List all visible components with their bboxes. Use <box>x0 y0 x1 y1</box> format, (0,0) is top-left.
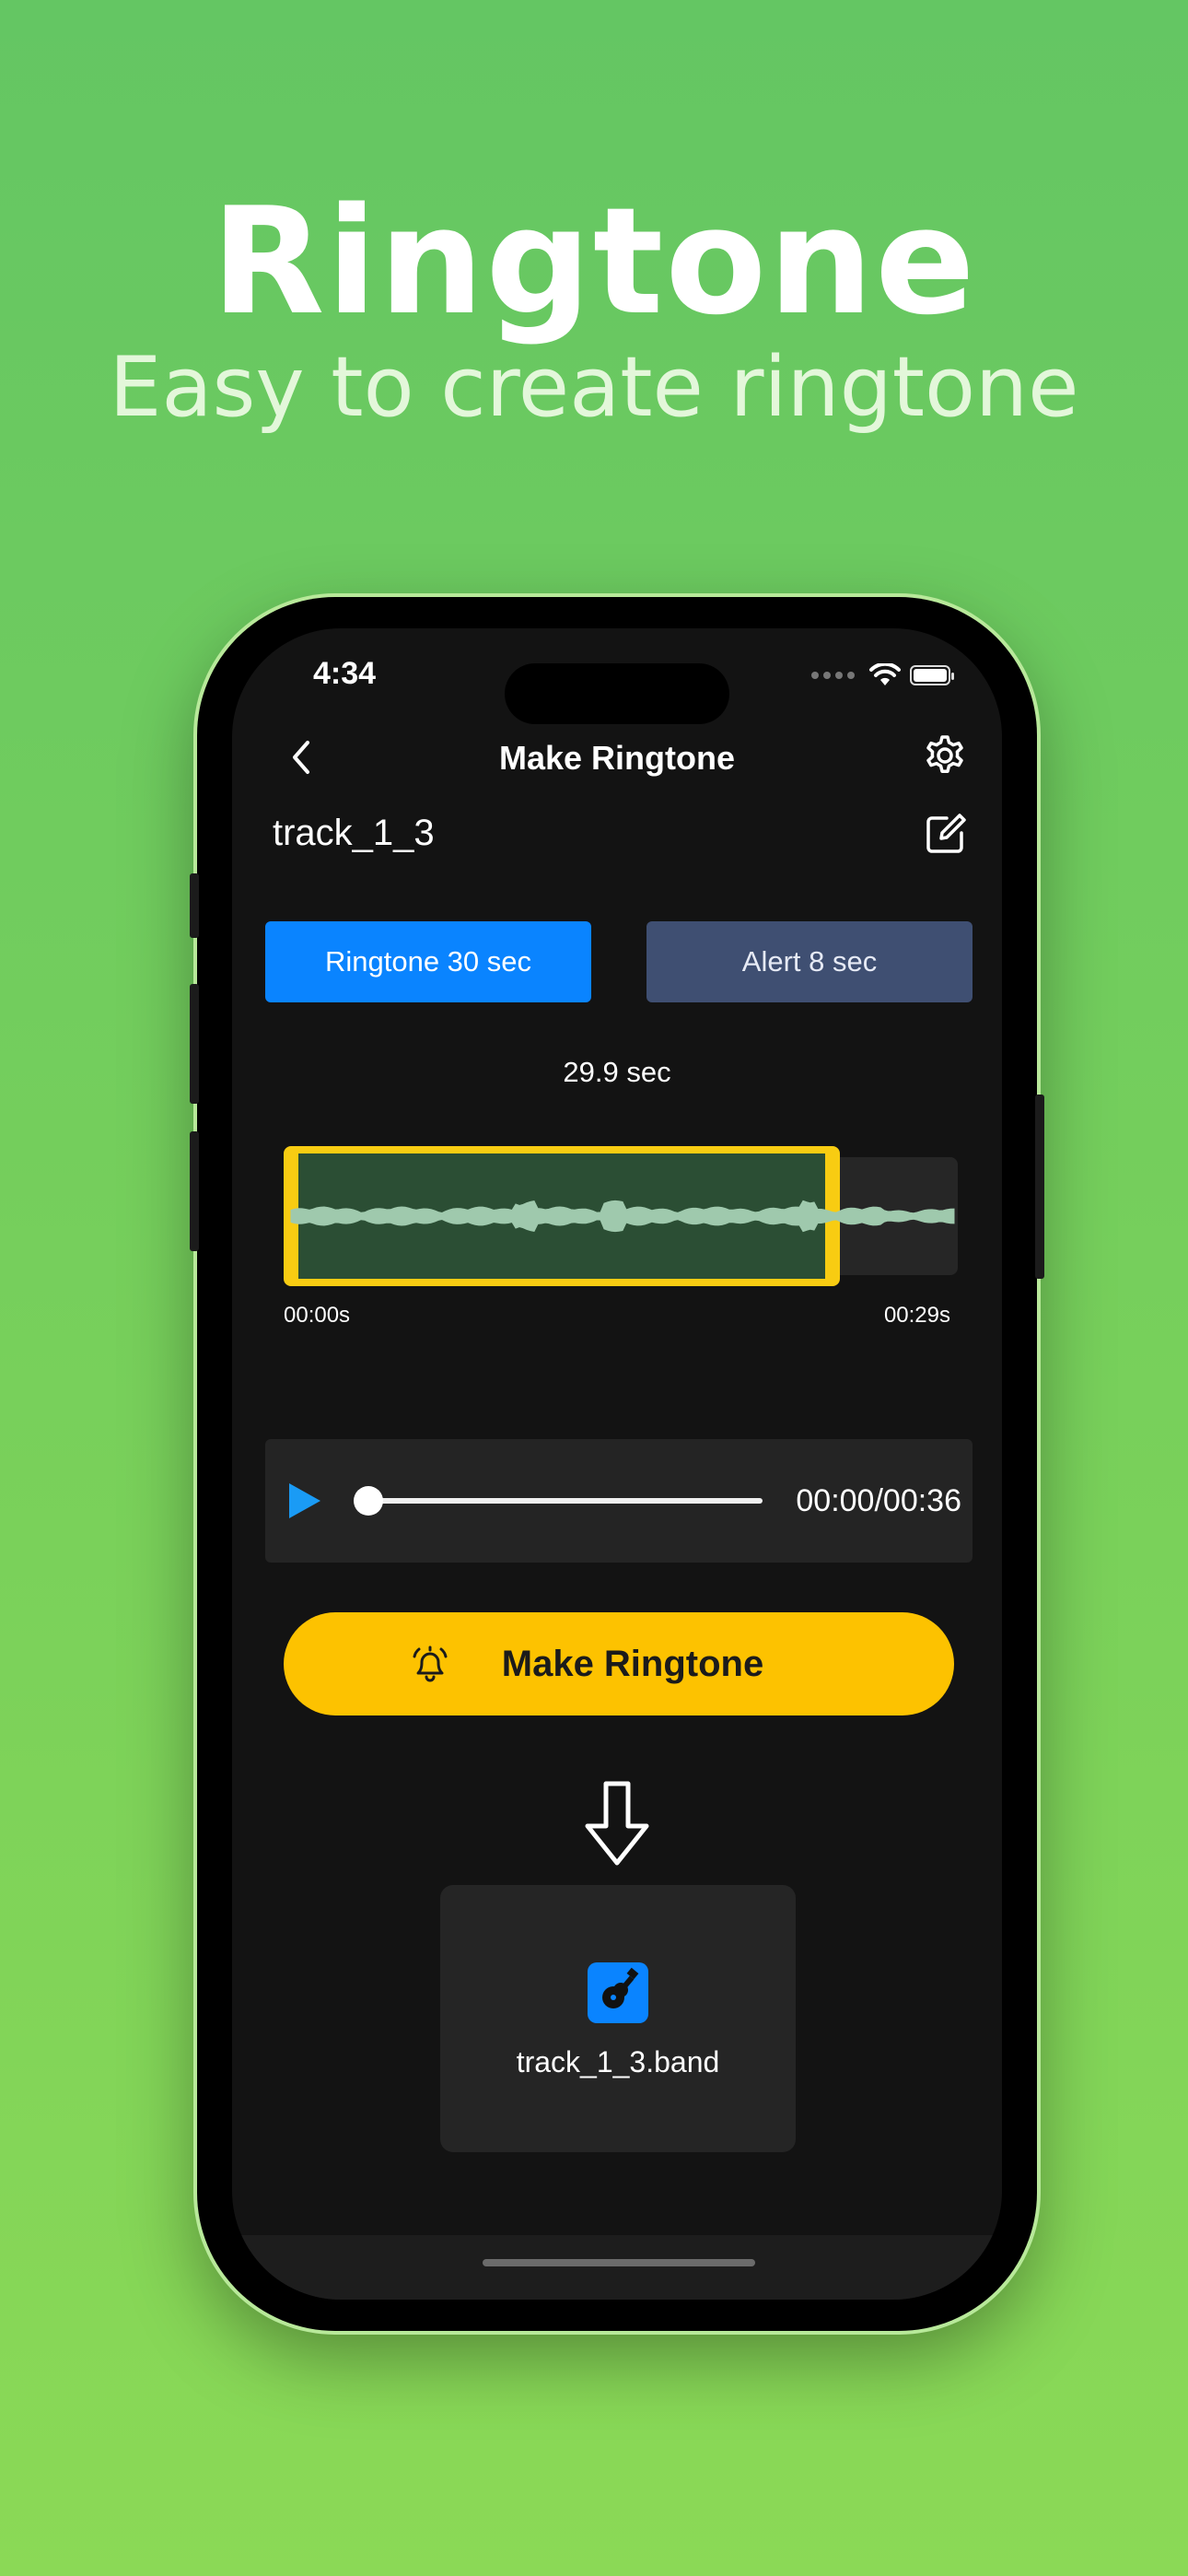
status-icons <box>811 663 954 687</box>
audio-player: 00:00/00:36 <box>265 1439 973 1563</box>
phone-power-button <box>1035 1095 1044 1279</box>
output-file-name: track_1_3.band <box>516 2045 720 2078</box>
track-name: track_1_3 <box>273 813 435 853</box>
selection-duration: 29.9 sec <box>563 1056 671 1088</box>
ringtone-30-sec-button[interactable]: Ringtone 30 sec <box>265 921 591 1002</box>
edit-icon[interactable] <box>921 809 971 859</box>
phone-volume-up <box>190 984 199 1104</box>
waveform-start-time: 00:00s <box>284 1303 351 1328</box>
home-indicator[interactable] <box>483 2259 755 2266</box>
playback-slider[interactable] <box>367 1498 763 1504</box>
make-ringtone-label: Make Ringtone <box>501 1643 764 1684</box>
bell-icon <box>413 1645 448 1682</box>
battery-icon <box>910 665 954 685</box>
output-file-card[interactable]: track_1_3.band <box>440 1885 796 2152</box>
playback-time: 00:00/00:36 <box>796 1483 961 1518</box>
wifi-icon <box>869 663 901 685</box>
dynamic-island <box>505 663 729 724</box>
alert-8-sec-button[interactable]: Alert 8 sec <box>646 921 973 1002</box>
play-icon[interactable] <box>284 1480 324 1522</box>
status-time: 4:34 <box>313 656 377 691</box>
arrow-down-icon <box>585 1781 649 1866</box>
app-screen: 4:34 Make Ringtone track_1_3 Ringtone 30… <box>232 628 1002 2300</box>
phone-mute-switch <box>190 873 199 938</box>
phone-frame: 4:34 Make Ringtone track_1_3 Ringtone 30… <box>190 597 1044 2331</box>
home-indicator-area <box>232 2235 1002 2300</box>
hero-subtitle: Easy to create ringtone <box>109 339 1079 436</box>
signal-icon <box>811 672 855 679</box>
waveform <box>290 1200 955 1233</box>
phone-volume-down <box>190 1131 199 1251</box>
make-ringtone-button[interactable]: Make Ringtone <box>284 1612 954 1715</box>
waveform-end-time: 00:29s <box>883 1303 950 1328</box>
gear-icon[interactable] <box>919 730 971 781</box>
screen-title: Make Ringtone <box>498 739 736 777</box>
hero-title: Ringtone <box>211 175 977 347</box>
playback-slider-knob[interactable] <box>354 1486 383 1516</box>
garageband-guitar-icon <box>588 1962 648 2023</box>
